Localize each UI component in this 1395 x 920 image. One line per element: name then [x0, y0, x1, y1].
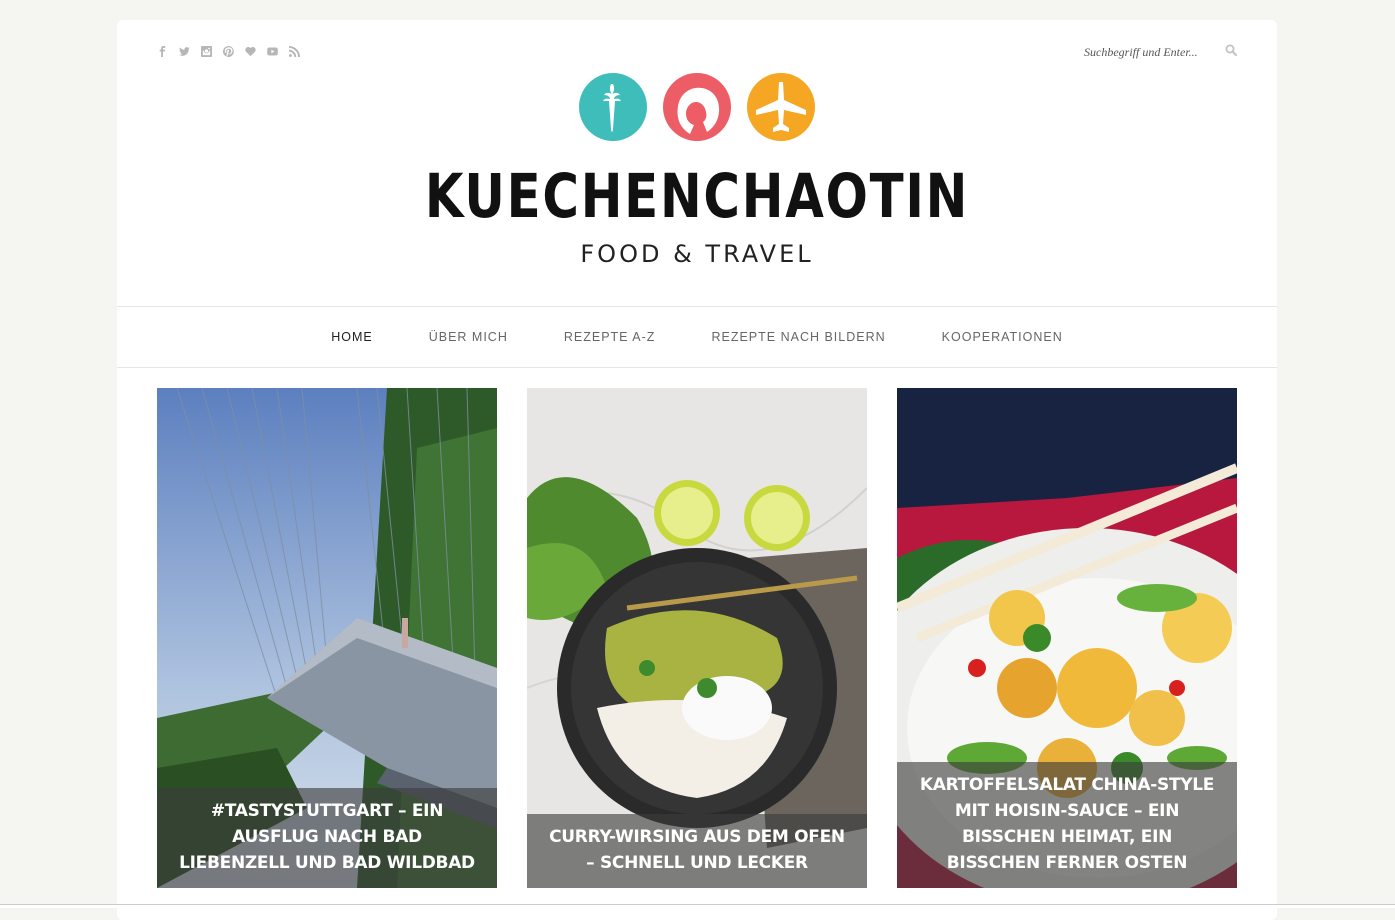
bloglovin-heart-icon[interactable]	[243, 44, 257, 58]
brand-tagline: FOOD & TRAVEL	[580, 240, 814, 268]
nav-item-rezepte-a-z[interactable]: REZEPTE A-Z	[564, 330, 656, 344]
brand-name: KUECHENCHAOTIN	[424, 160, 970, 232]
rss-icon[interactable]	[287, 44, 301, 58]
bottom-divider	[0, 904, 1395, 908]
site-logo[interactable]: KUECHENCHAOTIN FOOD & TRAVEL	[117, 72, 1277, 268]
airplane-icon	[747, 73, 815, 141]
nav-item-ueber-mich[interactable]: ÜBER MICH	[429, 330, 508, 344]
social-icons	[155, 44, 301, 58]
facebook-icon[interactable]	[155, 44, 169, 58]
search-icon[interactable]	[1225, 43, 1237, 61]
nav-item-kooperationen[interactable]: KOOPERATIONEN	[942, 330, 1063, 344]
youtube-icon[interactable]	[265, 44, 279, 58]
nav-item-rezepte-nach-bildern[interactable]: REZEPTE NACH BILDERN	[711, 330, 885, 344]
carrot-icon	[579, 73, 647, 141]
twitter-icon[interactable]	[177, 44, 191, 58]
main-nav: HOME ÜBER MICH REZEPTE A-Z REZEPTE NACH …	[117, 306, 1277, 368]
post-title[interactable]: #TASTYSTUTTGART – EIN AUSFLUG NACH BAD L…	[157, 788, 497, 888]
search-input[interactable]	[1084, 44, 1209, 60]
woman-profile-icon	[663, 73, 731, 141]
post-title[interactable]: KARTOFFELSALAT CHINA-STYLE MIT HOISIN-SA…	[897, 762, 1237, 888]
nav-item-home[interactable]: HOME	[331, 330, 373, 344]
post-image-curry	[527, 388, 867, 888]
post-title[interactable]: CURRY-WIRSING AUS DEM OFEN – SCHNELL UND…	[527, 814, 867, 888]
logo-icons	[117, 72, 1277, 144]
search-box	[1084, 43, 1237, 61]
instagram-icon[interactable]	[199, 44, 213, 58]
post-card[interactable]: CURRY-WIRSING AUS DEM OFEN – SCHNELL UND…	[527, 388, 867, 888]
post-card[interactable]: #TASTYSTUTTGART – EIN AUSFLUG NACH BAD L…	[157, 388, 497, 888]
post-card[interactable]: KARTOFFELSALAT CHINA-STYLE MIT HOISIN-SA…	[897, 388, 1237, 888]
pinterest-icon[interactable]	[221, 44, 235, 58]
